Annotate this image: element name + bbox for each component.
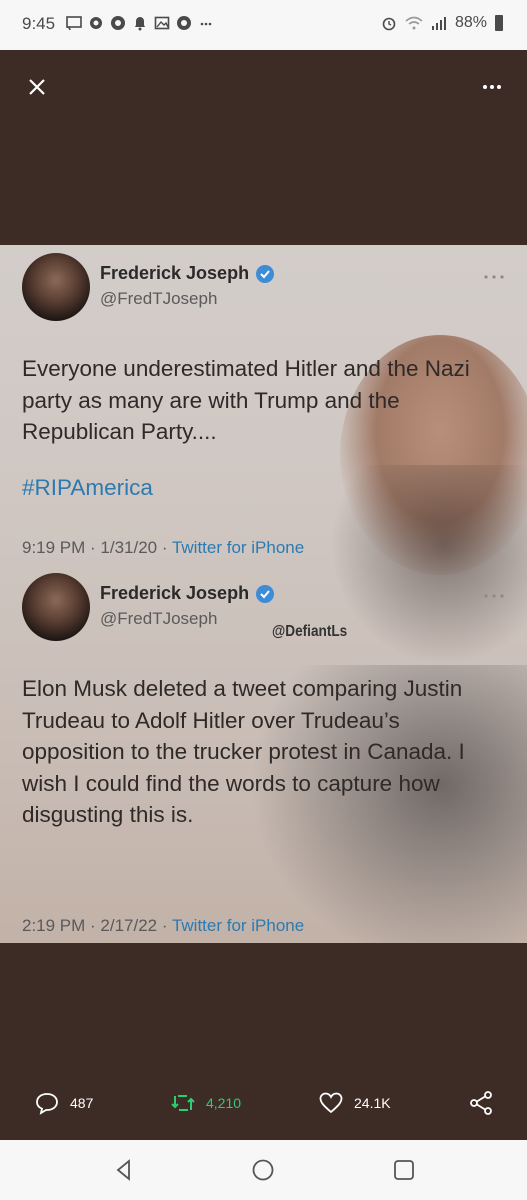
author-name: Frederick Joseph	[100, 263, 250, 283]
like-button[interactable]: 24.1K	[318, 1090, 391, 1116]
tweet-more-icon	[484, 275, 504, 279]
watermark: @DefiantLs	[272, 623, 348, 640]
hashtag: #RIPAmerica	[22, 475, 153, 500]
reply-count: 487	[70, 1095, 94, 1111]
chrome-icon	[177, 16, 191, 30]
cast-icon	[66, 16, 82, 31]
chrome-icon	[111, 16, 125, 30]
status-right: 88%	[381, 14, 503, 32]
wifi-icon	[405, 16, 423, 30]
tweet-text: Elon Musk deleted a tweet comparing Just…	[22, 673, 492, 831]
author-handle: @FredTJoseph	[100, 609, 218, 628]
gallery-icon	[154, 16, 170, 30]
tweet-time: 9:19 PM · 1/31/20 ·	[22, 538, 172, 557]
tweet-text: Everyone underestimated Hitler and the N…	[22, 353, 512, 448]
author-handle: @FredTJoseph	[100, 289, 218, 308]
tweet-body: Everyone underestimated Hitler and the N…	[22, 356, 470, 444]
battery-icon	[495, 15, 503, 31]
tweet-meta: 2:19 PM · 2/17/22 · Twitter for iPhone	[22, 916, 304, 936]
back-icon[interactable]	[112, 1158, 136, 1182]
share-icon	[470, 1091, 492, 1115]
signal-icon	[431, 17, 446, 30]
avatar	[22, 573, 90, 641]
retweet-count: 4,210	[206, 1095, 242, 1111]
notification-icons	[66, 15, 214, 31]
avatar	[22, 253, 90, 321]
home-icon[interactable]	[251, 1158, 275, 1182]
tweet-source: Twitter for iPhone	[171, 538, 305, 557]
reply-button[interactable]: 487	[34, 1090, 93, 1116]
bell-icon	[135, 17, 145, 31]
tweet-source: Twitter for iPhone	[171, 916, 305, 935]
tweet-meta: 9:19 PM · 1/31/20 · Twitter for iPhone	[22, 538, 304, 558]
tweet-image[interactable]: Frederick Joseph @FredTJoseph Everyone u…	[0, 245, 527, 943]
tweet-time: 2:19 PM · 2/17/22 ·	[22, 916, 172, 935]
heart-icon	[319, 1092, 343, 1114]
status-time: 9:45	[22, 14, 56, 33]
verified-icon	[256, 584, 275, 603]
tweet-actions: 487 4,210 24.1K	[0, 1090, 527, 1130]
recents-icon[interactable]	[392, 1158, 416, 1182]
more-icon	[200, 22, 212, 26]
alarm-icon	[382, 17, 396, 31]
navigation-bar	[0, 1140, 527, 1200]
tweet-more-icon	[484, 594, 504, 598]
more-horizontal-icon[interactable]	[479, 74, 505, 100]
status-bar: 9:45 88%	[0, 0, 527, 50]
close-icon[interactable]	[24, 74, 50, 100]
tweet-body: Elon Musk deleted a tweet comparing Just…	[22, 676, 465, 827]
share-button[interactable]	[468, 1090, 494, 1116]
verified-icon	[256, 264, 275, 283]
author-row: Frederick Joseph	[100, 583, 275, 604]
like-count: 24.1K	[354, 1095, 391, 1111]
settings-icon	[90, 17, 102, 29]
retweet-icon	[171, 1095, 195, 1111]
reply-icon	[36, 1093, 58, 1115]
author-name: Frederick Joseph	[100, 583, 250, 603]
retweet-button[interactable]: 4,210	[170, 1090, 241, 1116]
author-row: Frederick Joseph	[100, 263, 275, 284]
battery-percent: 88%	[454, 14, 487, 31]
